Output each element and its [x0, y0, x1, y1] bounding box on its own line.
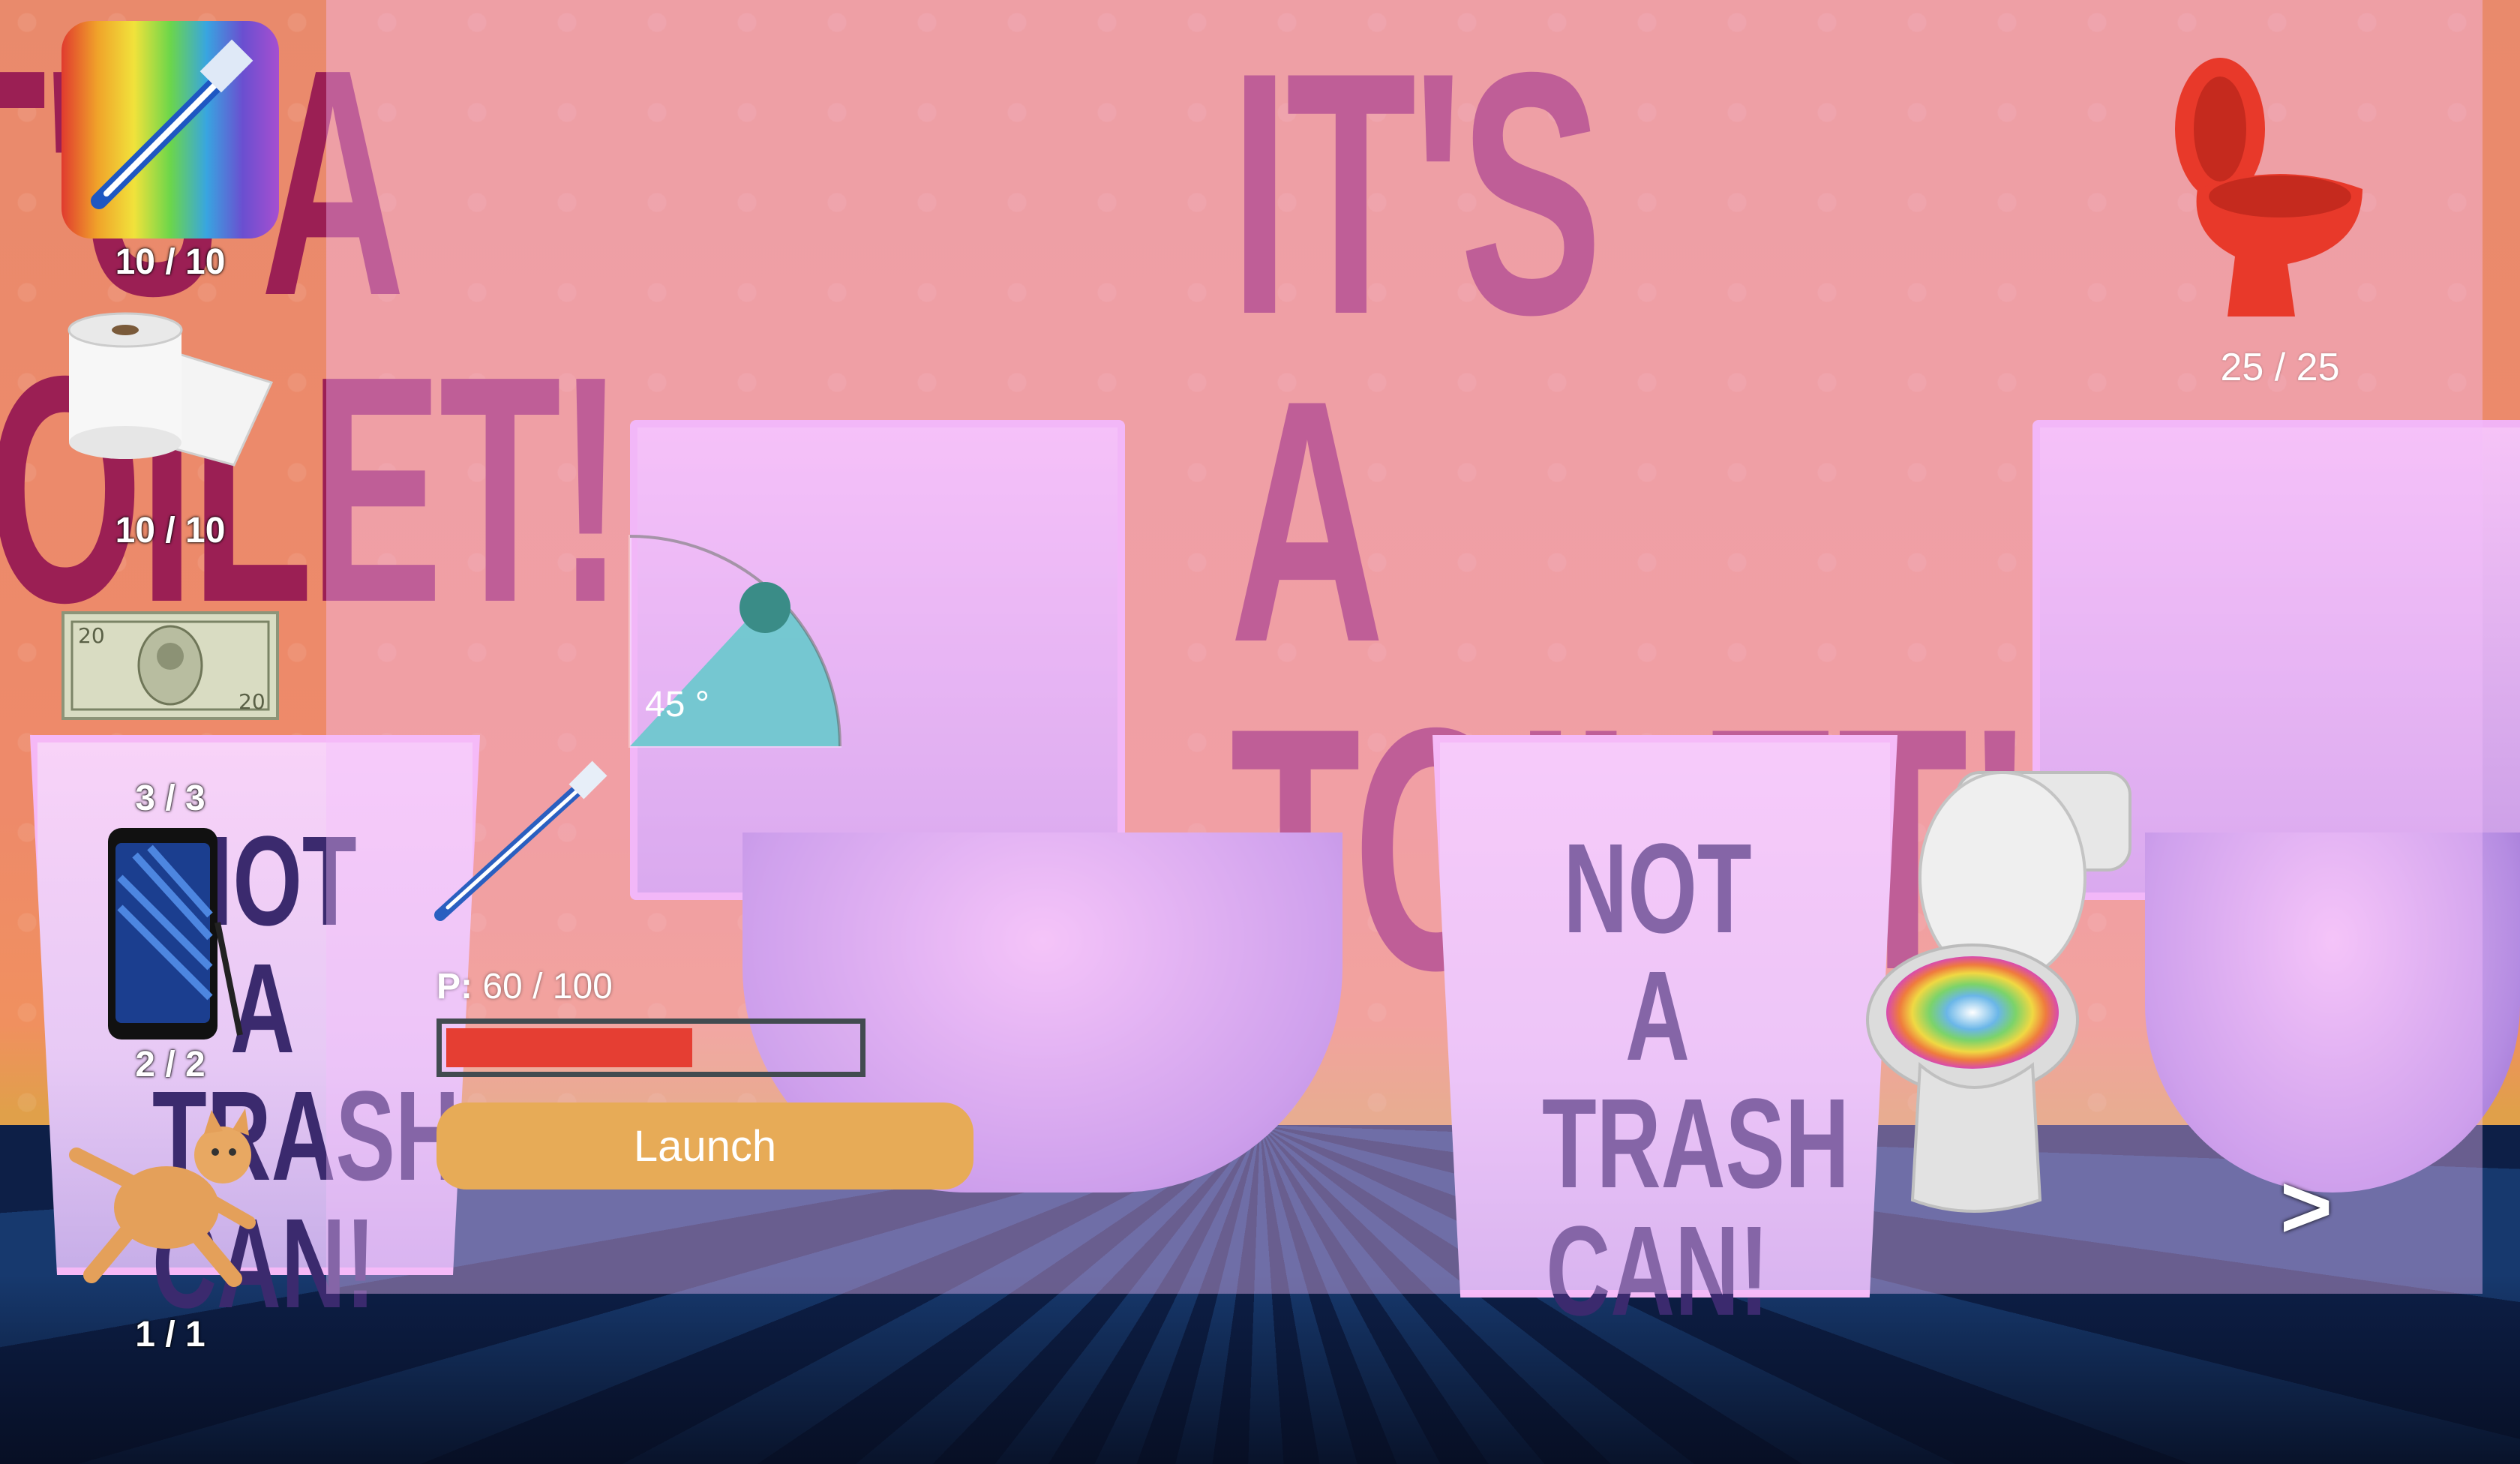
power-label: P: 60 / 100: [436, 967, 613, 1006]
toothbrush-icon: [91, 39, 254, 209]
toothbrush-count: 10 / 10: [115, 242, 226, 282]
toilet-paper-count: 10 / 10: [115, 511, 226, 550]
smartphone-item[interactable]: [105, 825, 243, 1042]
toilet-paper-item[interactable]: [62, 308, 279, 472]
twenty-dollar-bill-item[interactable]: 20 20: [62, 611, 279, 720]
dollar-bill-icon: 20 20: [62, 611, 279, 720]
dollar-bill-count: 3 / 3: [135, 778, 206, 818]
power-bar-fill: [446, 1028, 692, 1067]
game-scene: IT'S A TOILET! IT'S A TOILET! NOT A TRAS…: [0, 0, 2520, 1464]
angle-label: 45 °: [645, 685, 710, 724]
cat-icon: [69, 1108, 256, 1287]
score-counter: 25 / 25: [2220, 346, 2340, 389]
toilet-paper-icon: [68, 312, 274, 466]
svg-text:20: 20: [78, 623, 105, 648]
smartphone-count: 2 / 2: [135, 1045, 206, 1084]
toilet-icon: [2175, 58, 2362, 316]
angle-handle[interactable]: [740, 582, 790, 633]
projectile-toothbrush-icon: [434, 760, 608, 921]
smartphone-icon: [108, 828, 243, 1040]
toothbrush-item[interactable]: [62, 21, 279, 238]
cat-item[interactable]: [62, 1102, 279, 1298]
cat-count: 1 / 1: [135, 1315, 206, 1354]
target-toilet-icon: [1866, 771, 2132, 1213]
svg-text:20: 20: [238, 689, 266, 714]
next-button[interactable]: >: [2280, 1155, 2332, 1258]
launch-button[interactable]: Launch: [436, 1102, 974, 1190]
power-bar[interactable]: [436, 1018, 866, 1077]
